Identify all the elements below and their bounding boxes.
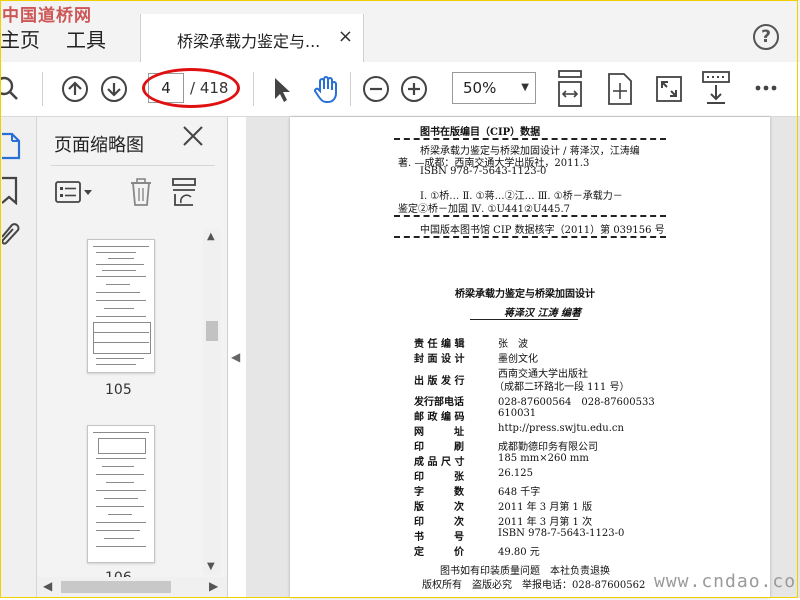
menu-tools[interactable]: 工具 xyxy=(66,24,106,53)
info-value: 185 mm×260 mm xyxy=(498,453,589,464)
info-value: http://press.swjtu.edu.cn xyxy=(498,423,624,434)
dashed-divider xyxy=(394,215,666,217)
info-label: 责 任 编 辑 xyxy=(414,339,465,350)
info-value: ISBN 978-7-5643-1123-0 xyxy=(498,528,625,539)
rotate-page-icon[interactable] xyxy=(171,177,197,207)
cip-header: 图书在版编目（CIP）数据 xyxy=(420,127,541,138)
info-value: 26.125 xyxy=(498,468,533,479)
read-mode-icon[interactable] xyxy=(701,70,731,104)
toolbar-separator xyxy=(42,72,43,106)
info-label: 印 张 xyxy=(414,472,464,483)
info-value: 墨创文化 xyxy=(498,354,538,365)
scroll-up-icon[interactable]: ▲ xyxy=(207,231,215,242)
book-title: 桥梁承载力鉴定与桥梁加固设计 xyxy=(455,289,595,300)
divider xyxy=(51,165,215,166)
menu-home[interactable]: 主页 xyxy=(0,24,40,53)
info-value: 2011 年 3 月第 1 次 xyxy=(498,517,593,528)
page-thumbnail[interactable] xyxy=(87,239,155,373)
info-value: 2011 年 3 月第 1 版 xyxy=(498,502,593,513)
bookmark-icon[interactable] xyxy=(2,175,22,205)
footer-note: 版权所有 盗版必究 举报电话：028-87600562 xyxy=(422,580,646,591)
scroll-left-icon[interactable]: ◀ xyxy=(43,579,52,593)
fullscreen-icon[interactable] xyxy=(654,74,684,104)
dashed-divider xyxy=(394,138,666,140)
collapse-panel-icon[interactable]: ◀ xyxy=(231,350,240,364)
footer-note: 图书如有印装质量问题 本社负责退换 xyxy=(440,566,610,577)
info-label: 字 数 xyxy=(414,487,464,498)
zoom-value: 50% xyxy=(463,79,497,97)
info-value: 成都勤德印务有限公司 xyxy=(498,442,598,453)
info-value: （成都二环路北一段 111 号） xyxy=(494,382,630,393)
scroll-down-icon[interactable]: ▼ xyxy=(207,561,215,572)
document-tab[interactable]: 桥梁承载力鉴定与... × xyxy=(140,14,364,62)
zoom-select[interactable]: 50% ▼ xyxy=(452,72,536,104)
chevron-down-icon: ▼ xyxy=(521,82,529,93)
toolbar-separator xyxy=(253,72,254,106)
document-page: 图书在版编目（CIP）数据 桥梁承载力鉴定与桥梁加固设计 / 蒋泽汉，江涛编 著… xyxy=(290,117,770,598)
previous-page-icon[interactable] xyxy=(62,76,88,102)
highlight-oval-annotation xyxy=(142,68,240,108)
thumbnails-panel: 页面缩略图 105 ▲ ▼ ◀ ▶ xyxy=(37,117,228,598)
cip-line: ISBN 978-7-5643-1123-0 xyxy=(420,166,547,177)
info-label: 版 次 xyxy=(414,502,464,513)
authors-underline xyxy=(470,319,578,320)
info-value: 028-87600564 028-87600533 xyxy=(498,397,655,408)
close-tab-icon[interactable]: × xyxy=(338,26,353,47)
cip-line: 鉴定②桥－加固 Ⅳ. ①U441②U445.7 xyxy=(398,204,571,215)
more-options-icon[interactable] xyxy=(753,82,783,112)
thumbnail-label: 105 xyxy=(105,382,132,398)
thumbnail-list: 105 106 xyxy=(45,227,211,577)
info-label: 封 面 设 计 xyxy=(414,354,465,365)
info-label: 发行部电话 xyxy=(414,397,464,408)
info-label: 网 址 xyxy=(414,427,464,438)
help-button[interactable]: ? xyxy=(753,24,779,50)
info-value: 648 千字 xyxy=(498,487,541,498)
zoom-out-icon[interactable] xyxy=(363,76,389,102)
zoom-in-icon[interactable] xyxy=(401,76,427,102)
menu-bar: 主页 工具 桥梁承载力鉴定与... × ? xyxy=(0,0,800,63)
delete-page-icon[interactable] xyxy=(129,177,153,207)
scroll-right-icon[interactable]: ▶ xyxy=(209,579,218,593)
info-label: 出 版 发 行 xyxy=(414,376,465,387)
info-value: 49.80 元 xyxy=(498,547,540,558)
fit-width-icon[interactable] xyxy=(556,70,586,107)
cip-number: 中国版本图书馆 CIP 数据核字（2011）第 039156 号 xyxy=(420,225,665,236)
vertical-scrollbar[interactable]: ▲ ▼ xyxy=(203,229,221,575)
info-label: 成 品 尺 寸 xyxy=(414,457,465,468)
panel-title: 页面缩略图 xyxy=(54,135,144,156)
watermark-url: www.cndao.co xyxy=(654,571,797,592)
search-icon[interactable] xyxy=(0,74,22,104)
document-viewport[interactable]: 图书在版编目（CIP）数据 桥梁承载力鉴定与桥梁加固设计 / 蒋泽汉，江涛编 著… xyxy=(246,117,800,598)
fit-page-icon[interactable] xyxy=(605,72,635,105)
thumbnail-options-icon[interactable] xyxy=(55,179,95,205)
info-label: 邮 政 编 码 xyxy=(414,412,465,423)
scrollbar-thumb[interactable] xyxy=(206,321,218,341)
hand-tool-icon[interactable] xyxy=(311,74,341,104)
toolbar: 4 / 418 50% ▼ xyxy=(0,62,800,117)
dashed-divider xyxy=(394,236,666,238)
page-thumbnails-icon[interactable] xyxy=(2,131,22,161)
next-page-icon[interactable] xyxy=(101,76,127,102)
thumbnail-label: 106 xyxy=(105,570,165,577)
page-thumbnail[interactable] xyxy=(87,425,155,563)
horizontal-scrollbar[interactable]: ◀ ▶ xyxy=(37,577,227,597)
toolbar-separator xyxy=(350,72,351,106)
info-label: 书 号 xyxy=(414,532,464,543)
book-authors: 蒋泽汉 江涛 编著 xyxy=(504,308,581,319)
info-value: 张 波 xyxy=(498,339,528,350)
close-panel-icon[interactable] xyxy=(182,125,204,147)
navigation-rail xyxy=(0,117,37,598)
info-label: 印 次 xyxy=(414,517,464,528)
select-cursor-icon[interactable] xyxy=(266,74,296,104)
watermark-logo: 中国道桥网 xyxy=(2,6,92,26)
info-label: 定 价 xyxy=(414,547,464,558)
attachment-icon[interactable] xyxy=(2,217,22,247)
document-tab-title: 桥梁承载力鉴定与... xyxy=(177,32,321,51)
info-label: 印 刷 xyxy=(414,442,464,453)
scrollbar-thumb[interactable] xyxy=(61,581,171,593)
info-value: 610031 xyxy=(498,408,537,419)
